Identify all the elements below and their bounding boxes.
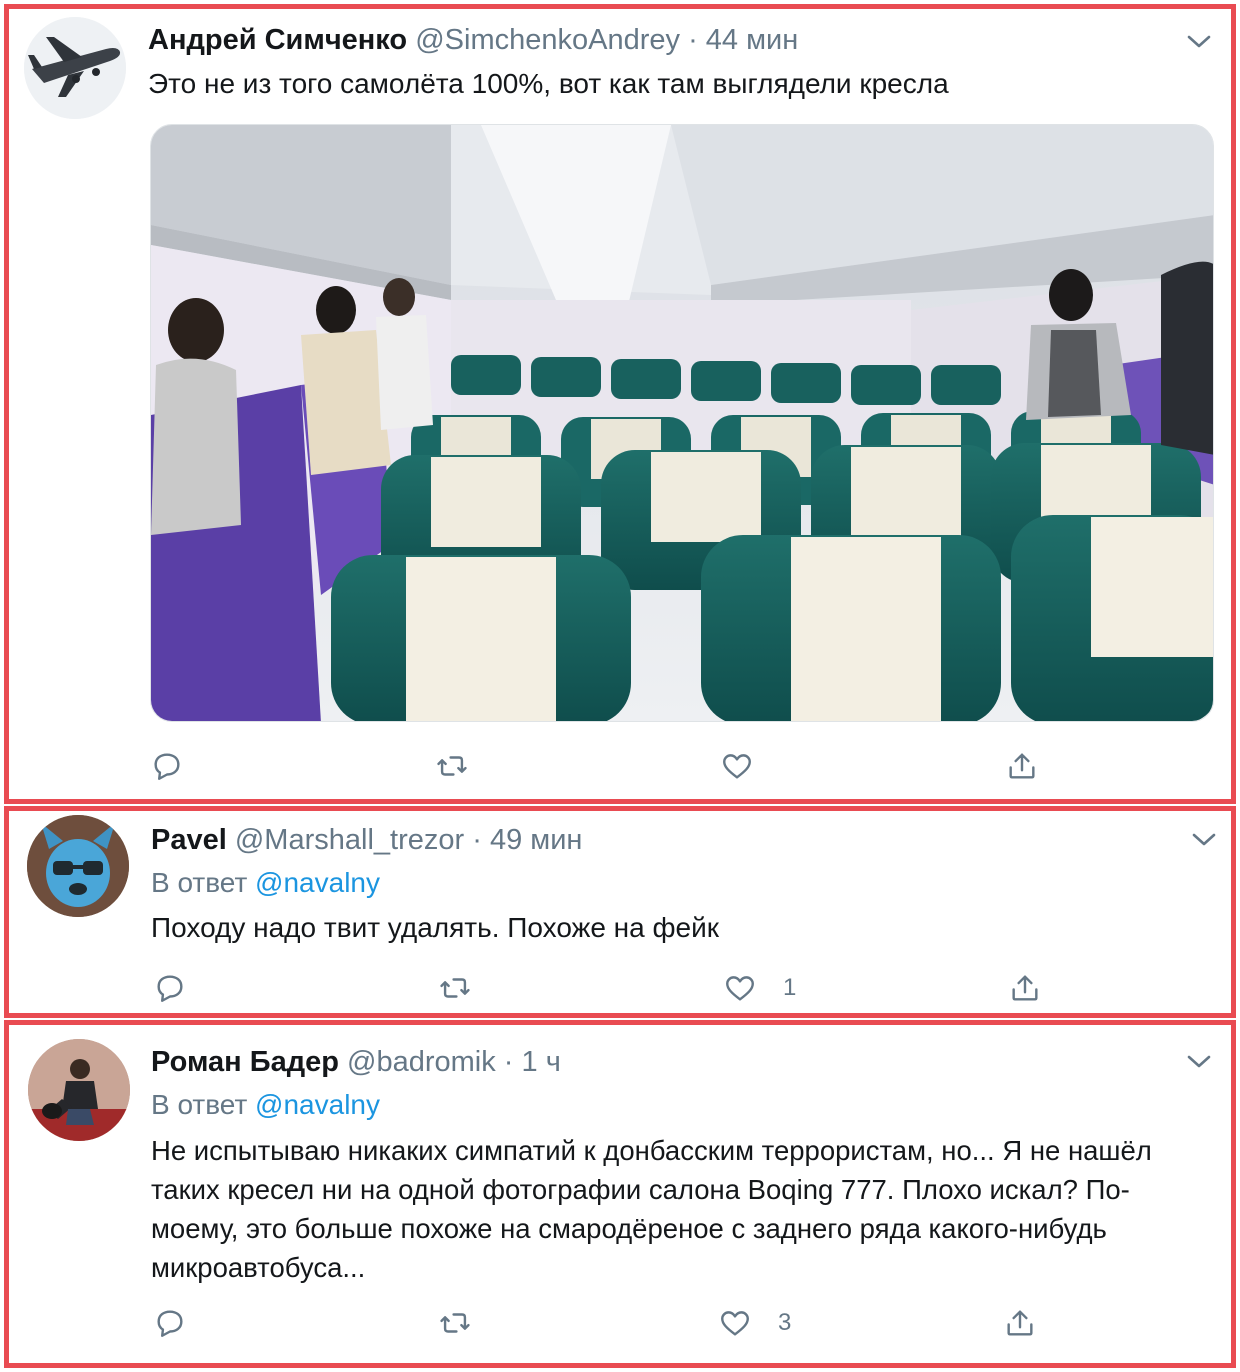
- separator-dot: ·: [688, 24, 698, 56]
- tweet-text: Походу надо твит удалять. Похоже на фейк: [151, 912, 719, 943]
- share-upload-icon: [1012, 975, 1038, 1001]
- tweet-card[interactable]: Андрей Симченко @SimchenkoAndrey · 44 ми…: [4, 4, 1236, 804]
- reply-mention-link[interactable]: @navalny: [255, 1089, 380, 1120]
- share-upload-icon: [1009, 753, 1035, 779]
- timestamp[interactable]: 49 мин: [490, 824, 582, 856]
- chevron-down-icon[interactable]: [1184, 1051, 1214, 1071]
- retweet-arrows-icon: [440, 1313, 470, 1333]
- heart-icon: [723, 754, 751, 779]
- share-upload-icon: [1007, 1310, 1033, 1336]
- tweet-photo[interactable]: [150, 124, 1214, 722]
- timestamp[interactable]: 1 ч: [522, 1046, 561, 1078]
- reply-context: В ответ @navalny: [151, 867, 380, 899]
- share-button[interactable]: [1008, 971, 1042, 1005]
- cabin-photo-image: [151, 125, 1213, 721]
- share-button[interactable]: [1003, 1306, 1037, 1340]
- separator-dot: ·: [503, 1046, 514, 1078]
- reply-button[interactable]: [153, 1306, 187, 1340]
- like-button[interactable]: 1: [723, 971, 796, 1005]
- author-handle[interactable]: @Marshall_trezor: [235, 824, 464, 856]
- avatar[interactable]: [27, 815, 129, 917]
- tweet-text: Не испытываю никаких симпатий к донбасск…: [151, 1135, 1152, 1283]
- heart-icon: [721, 1311, 749, 1336]
- tweet-card[interactable]: Роман Бадер @badromik · 1 ч В ответ @nav…: [4, 1020, 1236, 1368]
- retweet-arrows-icon: [437, 756, 467, 776]
- retweet-arrows-icon: [440, 978, 470, 998]
- retweet-button[interactable]: [435, 749, 469, 783]
- avatar[interactable]: [24, 17, 126, 119]
- cartoon-dog-avatar-icon: [27, 815, 129, 917]
- tweet-header: Pavel @Marshall_trezor · 49 мин: [151, 823, 582, 857]
- tweet-actions: 1: [153, 971, 1213, 1011]
- reply-mention-link[interactable]: @navalny: [255, 867, 380, 898]
- like-count: 1: [783, 974, 797, 1001]
- reply-prefix: В ответ: [151, 1089, 248, 1120]
- comment-bubble-icon: [154, 753, 180, 780]
- tweet-card[interactable]: Pavel @Marshall_trezor · 49 мин В ответ …: [4, 806, 1236, 1018]
- retweet-button[interactable]: [438, 971, 472, 1005]
- chevron-down-icon[interactable]: [1189, 829, 1219, 849]
- tweet-header: Андрей Симченко @SimchenkoAndrey · 44 ми…: [148, 23, 798, 57]
- retweet-button[interactable]: [438, 1306, 472, 1340]
- tweet-actions: [150, 749, 1210, 789]
- heart-icon: [726, 976, 754, 1001]
- tweet-text: Это не из того самолёта 100%, вот как та…: [148, 68, 949, 99]
- timestamp[interactable]: 44 мин: [706, 24, 798, 56]
- tweet-header: Роман Бадер @badromik · 1 ч: [151, 1045, 561, 1079]
- reply-context: В ответ @navalny: [151, 1089, 380, 1121]
- reply-button[interactable]: [153, 971, 187, 1005]
- author-name[interactable]: Pavel: [151, 824, 227, 856]
- person-avatar-icon: [28, 1039, 130, 1141]
- author-name[interactable]: Андрей Симченко: [148, 24, 407, 56]
- author-handle[interactable]: @badromik: [347, 1046, 496, 1078]
- reply-button[interactable]: [150, 749, 184, 783]
- tweet-actions: 3: [153, 1306, 1213, 1346]
- chevron-down-icon[interactable]: [1184, 31, 1214, 51]
- comment-bubble-icon: [157, 975, 183, 1002]
- author-handle[interactable]: @SimchenkoAndrey: [415, 24, 680, 56]
- reply-prefix: В ответ: [151, 867, 248, 898]
- share-button[interactable]: [1005, 749, 1039, 783]
- airplane-avatar-icon: [24, 17, 126, 119]
- avatar[interactable]: [28, 1039, 130, 1141]
- like-button[interactable]: 3: [718, 1306, 791, 1340]
- like-button[interactable]: [720, 749, 780, 783]
- author-name[interactable]: Роман Бадер: [151, 1046, 339, 1078]
- comment-bubble-icon: [157, 1310, 183, 1337]
- separator-dot: ·: [472, 824, 482, 856]
- like-count: 3: [778, 1309, 792, 1336]
